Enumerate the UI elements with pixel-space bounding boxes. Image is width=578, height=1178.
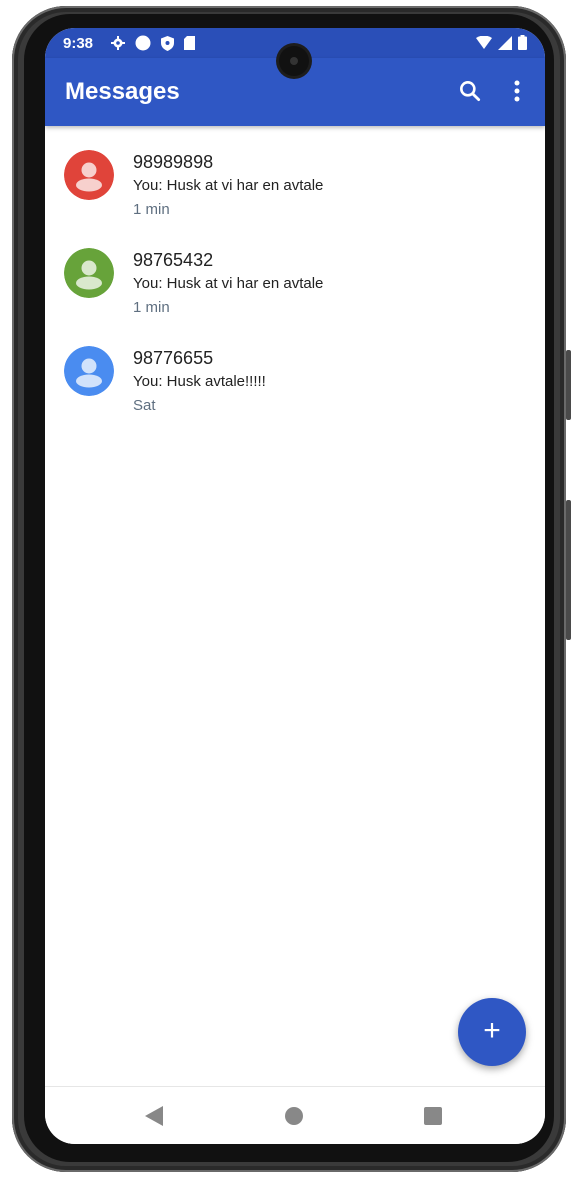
more-vert-icon: [514, 80, 520, 102]
wifi-icon: [476, 36, 492, 49]
battery-icon: [518, 35, 527, 50]
status-time: 9:38: [63, 35, 94, 52]
recents-icon[interactable]: [424, 1107, 442, 1125]
conversation-name: 98989898: [133, 152, 214, 172]
avatar: [64, 248, 114, 298]
search-icon: [460, 81, 481, 102]
circle-icon: [135, 35, 151, 51]
person-icon: [64, 248, 114, 298]
volume-button: [566, 500, 571, 640]
front-camera: [279, 46, 309, 76]
avatar: [64, 150, 114, 200]
conversation-name: 98765432: [133, 250, 214, 270]
home-icon[interactable]: [285, 1107, 303, 1125]
plus-icon: +: [483, 1014, 501, 1047]
status-icons-right: [476, 35, 527, 50]
status-icons-left: [111, 35, 195, 51]
gear-icon: [111, 36, 125, 50]
back-icon[interactable]: [145, 1106, 163, 1126]
phone-screen: 9:38 Messages 98989898 You: Husk at vi h…: [45, 28, 545, 1144]
conversation-list: 98989898 You: Husk at vi har en avtale 1…: [45, 140, 545, 434]
conversation-snippet: You: Husk avtale!!!!!: [133, 373, 266, 390]
avatar: [64, 346, 114, 396]
conversation-time: 1 min: [133, 201, 170, 218]
app-title: Messages: [65, 78, 180, 105]
conversation-name: 98776655: [133, 348, 214, 368]
sim-card-icon: [184, 36, 195, 50]
conversation-snippet: You: Husk at vi har en avtale: [133, 275, 324, 292]
conversation-item[interactable]: 98765432 You: Husk at vi har en avtale 1…: [45, 238, 545, 336]
power-button: [566, 350, 571, 420]
conversation-snippet: You: Husk at vi har en avtale: [133, 177, 324, 194]
navigation-bar: [45, 1086, 545, 1144]
search-button[interactable]: [457, 78, 483, 104]
shield-icon: [161, 35, 174, 51]
new-conversation-button[interactable]: +: [458, 998, 526, 1066]
person-icon: [64, 150, 114, 200]
signal-icon: [498, 35, 512, 50]
conversation-item[interactable]: 98776655 You: Husk avtale!!!!! Sat: [45, 336, 545, 434]
conversation-item[interactable]: 98989898 You: Husk at vi har en avtale 1…: [45, 140, 545, 238]
conversation-time: 1 min: [133, 299, 170, 316]
conversation-time: Sat: [133, 397, 156, 414]
person-icon: [64, 346, 114, 396]
more-options-button[interactable]: [507, 78, 527, 104]
